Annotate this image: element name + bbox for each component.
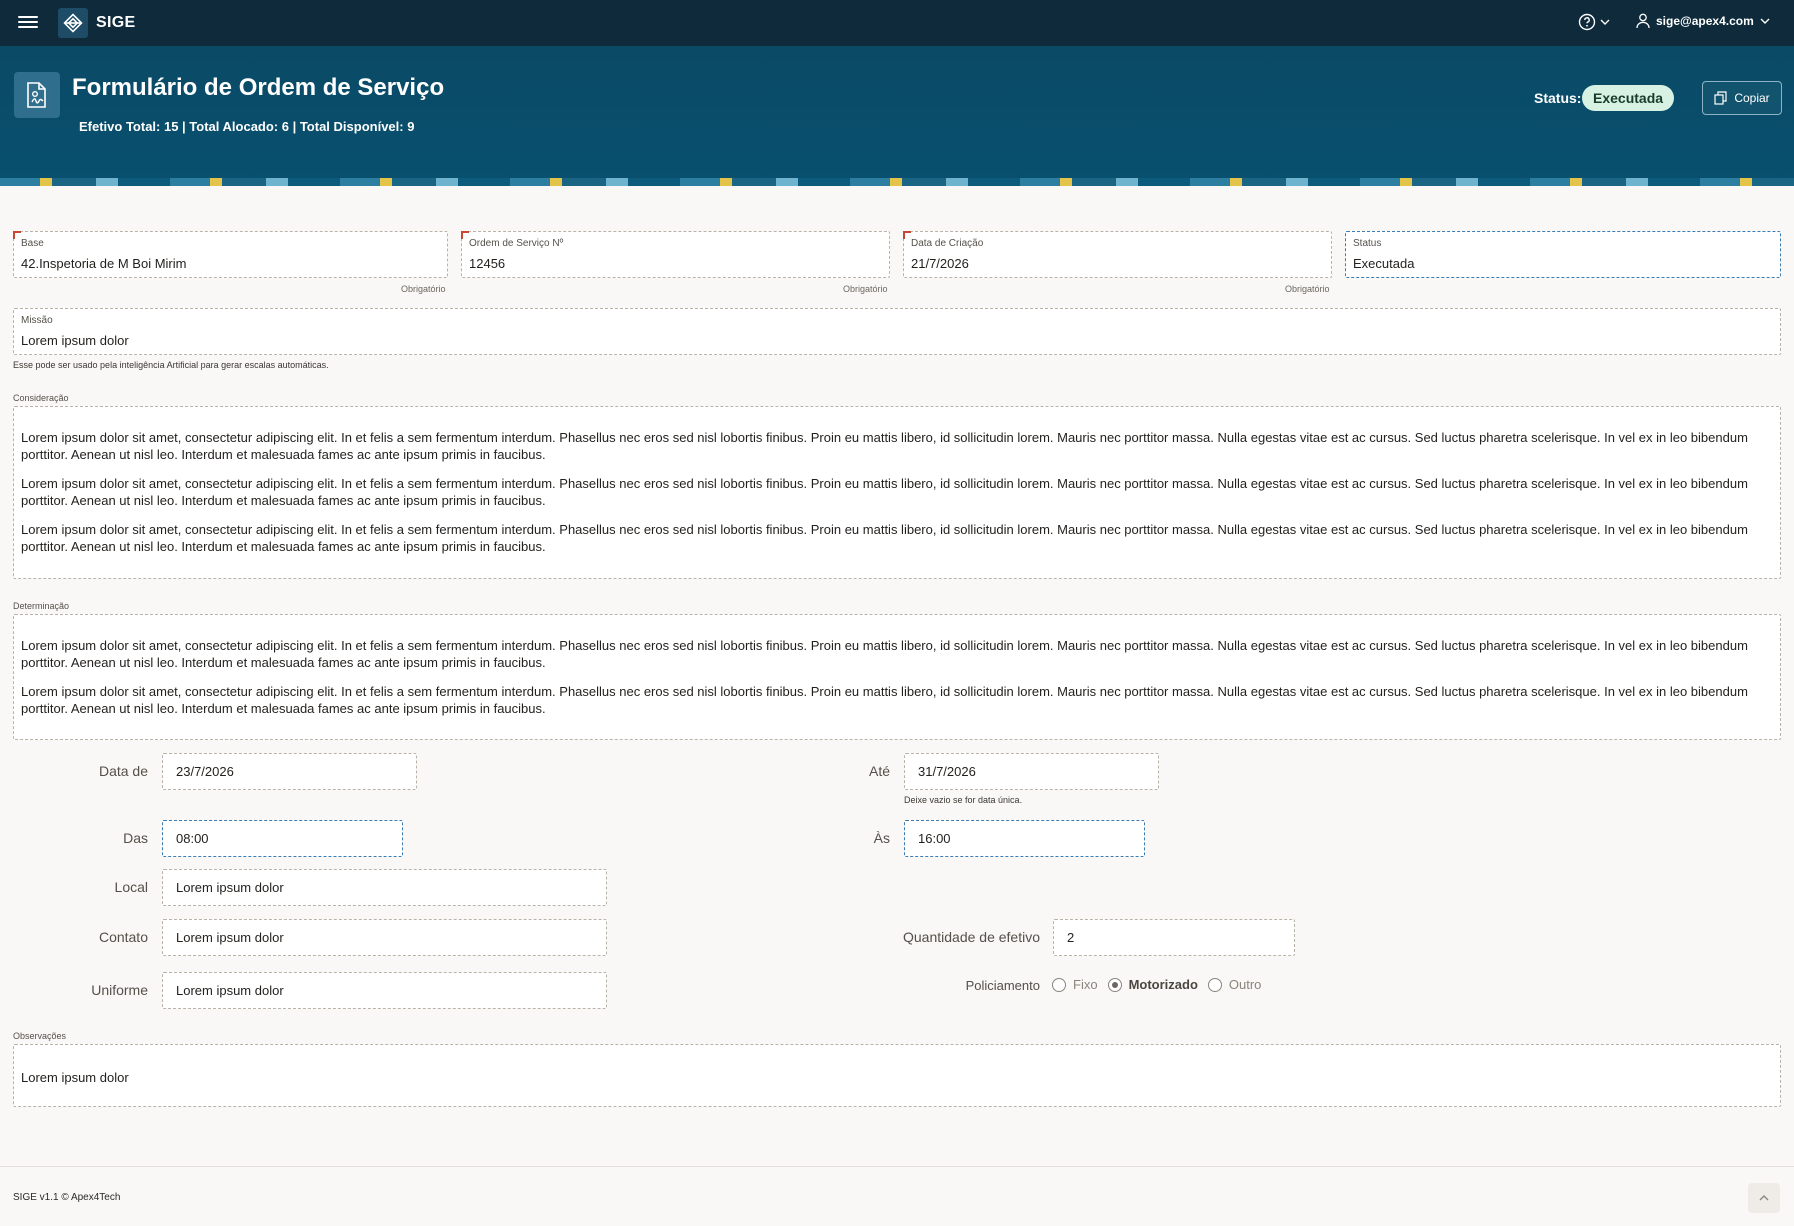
policiamento-radio-group: Fixo Motorizado Outro	[1052, 977, 1271, 992]
page-subtitle-totals: Efetivo Total: 15 | Total Alocado: 6 | T…	[79, 119, 415, 134]
menu-icon[interactable]	[18, 13, 38, 31]
uniforme-input[interactable]: Lorem ipsum dolor	[162, 972, 607, 1009]
ate-label: Até	[868, 763, 890, 779]
user-email: sige@apex4.com	[1656, 14, 1754, 28]
data-criacao-label: Data de Criação	[911, 238, 984, 249]
status-label: Status	[1353, 238, 1382, 249]
policiamento-option-outro[interactable]: Outro	[1207, 977, 1262, 992]
uniforme-label: Uniforme	[91, 982, 148, 998]
radio-label: Outro	[1228, 977, 1262, 992]
copy-button-label: Copiar	[1734, 91, 1770, 105]
as-label: Às	[873, 830, 890, 846]
base-label: Base	[21, 238, 44, 249]
top-navigation-bar: SIGE sige@apex4.com	[0, 0, 1794, 46]
ordem-servico-label: Ordem de Serviço Nº	[469, 238, 564, 249]
help-icon	[1578, 13, 1596, 31]
observacoes-label: Observações	[13, 1031, 67, 1041]
consideracao-paragraph: Lorem ipsum dolor sit amet, consectetur …	[21, 522, 1748, 554]
chevron-down-icon	[1760, 18, 1770, 24]
status-value[interactable]: Executada	[1353, 256, 1414, 271]
determinacao-paragraph: Lorem ipsum dolor sit amet, consectetur …	[21, 638, 1748, 670]
user-menu[interactable]: sige@apex4.com	[1636, 13, 1770, 29]
app-logo-icon[interactable]	[58, 8, 88, 38]
radio-button[interactable]	[1052, 977, 1066, 992]
determinacao-editor[interactable]: Lorem ipsum dolor sit amet, consectetur …	[13, 614, 1781, 740]
consideracao-paragraph: Lorem ipsum dolor sit amet, consectetur …	[21, 430, 1748, 462]
missao-value[interactable]: Lorem ipsum dolor	[21, 333, 129, 348]
copy-button[interactable]: Copiar	[1702, 81, 1782, 115]
radio-button[interactable]	[1107, 977, 1122, 992]
missao-label: Missão	[21, 315, 53, 326]
local-input[interactable]: Lorem ipsum dolor	[162, 869, 607, 906]
data-criacao-value[interactable]: 21/7/2026	[911, 256, 969, 271]
chevron-down-icon	[1600, 19, 1610, 25]
contato-label: Contato	[98, 929, 148, 945]
status-field[interactable]: Status Executada	[1345, 231, 1781, 278]
radio-label: Fixo	[1073, 977, 1098, 992]
contato-input[interactable]: Lorem ipsum dolor	[162, 919, 607, 956]
app-name[interactable]: SIGE	[96, 14, 135, 32]
data-de-label: Data de	[98, 763, 148, 779]
ate-helper-text: Deixe vazio se for data única.	[904, 795, 1023, 805]
missao-helper-text: Esse pode ser usado pela inteligência Ar…	[13, 360, 329, 370]
consideracao-paragraph: Lorem ipsum dolor sit amet, consectetur …	[21, 476, 1748, 508]
chevron-up-icon	[1759, 1195, 1769, 1201]
page-footer: SIGE v1.1 © Apex4Tech	[0, 1166, 1794, 1226]
determinacao-paragraph: Lorem ipsum dolor sit amet, consectetur …	[21, 684, 1748, 716]
header-status-label: Status:	[1534, 90, 1582, 106]
policiamento-option-motorizado[interactable]: Motorizado	[1107, 977, 1198, 992]
ordem-servico-value[interactable]: 12456	[469, 256, 505, 271]
das-input[interactable]: 08:00	[162, 820, 403, 857]
header-decorative-banner	[0, 178, 1794, 186]
user-icon	[1636, 13, 1650, 29]
data-criacao-required-note: Obrigatório	[1285, 284, 1330, 294]
policiamento-option-fixo[interactable]: Fixo	[1052, 977, 1098, 992]
missao-field[interactable]: Missão Lorem ipsum dolor	[13, 308, 1781, 355]
policiamento-label: Policiamento	[965, 978, 1040, 993]
page-header	[0, 46, 1794, 186]
status-badge: Executada	[1582, 85, 1675, 111]
base-field[interactable]: Base 42.Inspetoria de M Boi Mirim	[13, 231, 448, 278]
data-de-input[interactable]: 23/7/2026	[162, 753, 417, 790]
ordem-required-note: Obrigatório	[843, 284, 888, 294]
help-menu[interactable]	[1578, 13, 1610, 31]
data-criacao-field[interactable]: Data de Criação 21/7/2026	[903, 231, 1332, 278]
observacoes-value: Lorem ipsum dolor	[21, 1070, 129, 1085]
quantidade-efetivo-label: Quantidade de efetivo	[903, 929, 1040, 945]
quantidade-efetivo-input[interactable]: 2	[1053, 919, 1295, 956]
determinacao-label: Determinação	[13, 601, 70, 611]
footer-copyright: SIGE v1.1 © Apex4Tech	[13, 1192, 121, 1203]
consideracao-label: Consideração	[13, 393, 69, 403]
radio-label: Motorizado	[1128, 977, 1198, 992]
base-value[interactable]: 42.Inspetoria de M Boi Mirim	[21, 256, 186, 271]
as-input[interactable]: 16:00	[904, 820, 1145, 857]
ate-input[interactable]: 31/7/2026	[904, 753, 1159, 790]
das-label: Das	[123, 830, 148, 846]
copy-icon	[1714, 91, 1727, 105]
ordem-servico-field[interactable]: Ordem de Serviço Nº 12456	[461, 231, 890, 278]
consideracao-editor[interactable]: Lorem ipsum dolor sit amet, consectetur …	[13, 406, 1781, 579]
page-title: Formulário de Ordem de Serviço	[72, 74, 445, 101]
local-label: Local	[114, 879, 148, 895]
observacoes-editor[interactable]: Lorem ipsum dolor	[13, 1044, 1781, 1107]
radio-button[interactable]	[1207, 977, 1222, 992]
base-required-note: Obrigatório	[401, 284, 446, 294]
scroll-to-top-button[interactable]	[1748, 1183, 1780, 1213]
document-signature-icon	[14, 72, 60, 118]
